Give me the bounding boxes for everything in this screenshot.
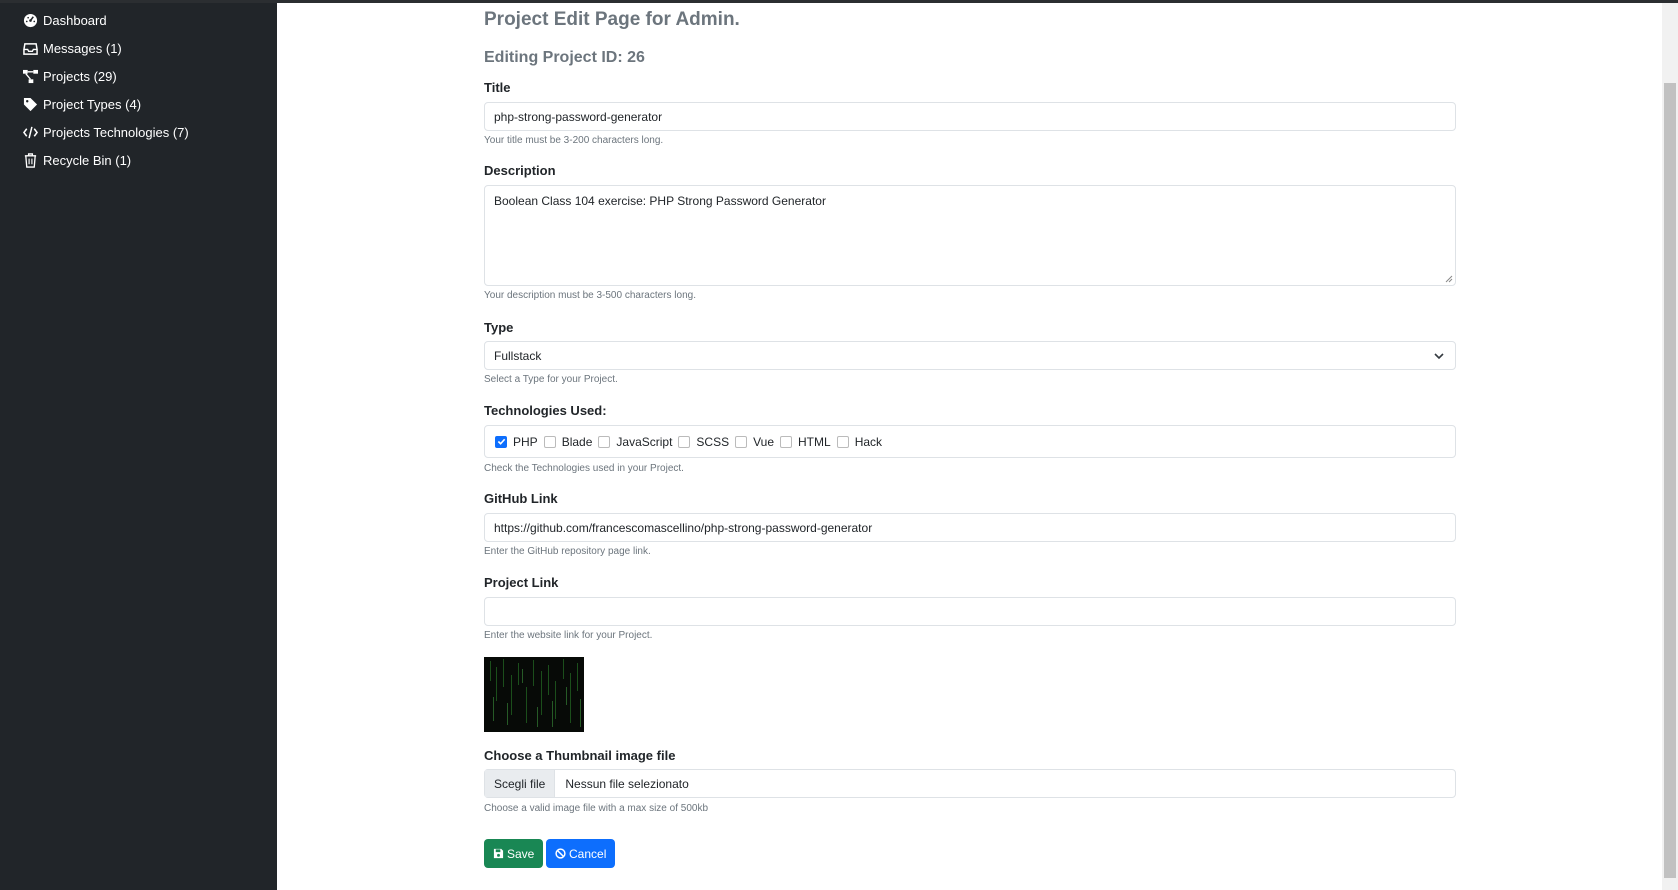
sidebar-item-project-types[interactable]: Project Types (4)	[23, 93, 141, 115]
page-subtitle: Editing Project ID: 26	[484, 49, 645, 66]
tech-option-php[interactable]: PHP	[495, 435, 538, 449]
page-scrollbar[interactable]	[1662, 3, 1678, 890]
thumbnail-label: Choose a Thumbnail image file	[484, 748, 676, 763]
tech-label: JavaScript	[616, 434, 673, 449]
checkbox[interactable]	[598, 435, 611, 448]
floppy-disk-icon	[493, 848, 504, 859]
checkbox[interactable]	[678, 435, 691, 448]
trash-icon	[23, 152, 38, 168]
save-button-label: Save	[507, 846, 535, 861]
dashboard-icon	[23, 13, 38, 28]
tech-option-html[interactable]: HTML	[780, 435, 831, 449]
choose-file-button[interactable]: Scegli file	[485, 770, 556, 797]
save-button[interactable]: Save	[484, 839, 544, 868]
title-help: Your title must be 3-200 characters long…	[484, 135, 664, 146]
project-diagram-icon	[23, 69, 38, 84]
cancel-button[interactable]: Cancel	[546, 839, 616, 868]
description-value: Boolean Class 104 exercise: PHP Strong P…	[494, 194, 826, 208]
type-select[interactable]: Fullstack	[484, 341, 1456, 370]
sidebar-item-label: Messages (1)	[43, 40, 122, 56]
checkbox-checked[interactable]	[495, 435, 507, 448]
github-label: GitHub Link	[484, 491, 558, 506]
chevron-down-icon	[1434, 353, 1444, 360]
checkbox[interactable]	[780, 435, 793, 448]
type-help: Select a Type for your Project.	[484, 374, 618, 385]
tech-option-javascript[interactable]: JavaScript	[598, 435, 672, 449]
project-link-label: Project Link	[484, 575, 559, 590]
sidebar-item-label: Projects (29)	[43, 68, 117, 84]
technologies-group: PHP Blade JavaScript SCSS Vue HTML Hack	[484, 425, 1456, 458]
sidebar-item-label: Dashboard	[43, 12, 107, 28]
tech-label: PHP	[513, 434, 538, 449]
scrollbar-thumb[interactable]	[1664, 83, 1676, 878]
tech-option-blade[interactable]: Blade	[543, 434, 593, 449]
description-label: Description	[484, 163, 556, 178]
checkbox[interactable]	[836, 435, 849, 448]
ban-icon	[555, 848, 566, 859]
page-title: Project Edit Page for Admin.	[484, 9, 740, 30]
sidebar-item-recycle-bin[interactable]: Recycle Bin (1)	[23, 149, 131, 171]
description-textarea[interactable]: Boolean Class 104 exercise: PHP Strong P…	[484, 185, 1456, 286]
thumbnail-help: Choose a valid image file with a max siz…	[484, 803, 709, 814]
title-input[interactable]: php-strong-password-generator	[484, 102, 1456, 131]
sidebar-item-label: Projects Technologies (7)	[43, 124, 189, 140]
tech-label: Hack	[854, 434, 883, 449]
title-label: Title	[484, 80, 511, 95]
technologies-label: Technologies Used:	[484, 403, 607, 418]
tech-option-hack[interactable]: Hack	[836, 434, 883, 449]
tech-label: SCSS	[696, 434, 730, 449]
tech-option-scss[interactable]: SCSS	[678, 435, 729, 449]
thumbnail-image	[484, 657, 584, 732]
sidebar-item-label: Project Types (4)	[43, 96, 142, 112]
description-help: Your description must be 3-500 character…	[484, 290, 696, 301]
file-name-text: Nessun file selezionato	[565, 776, 689, 791]
project-link-input[interactable]	[484, 597, 1456, 626]
tech-label: Vue	[753, 434, 775, 449]
tech-label: HTML	[798, 434, 831, 449]
sidebar-item-label: Recycle Bin (1)	[43, 152, 132, 168]
code-icon	[23, 125, 38, 140]
cancel-button-label: Cancel	[569, 846, 607, 861]
inbox-icon	[23, 41, 38, 56]
sidebar-item-projects[interactable]: Projects (29)	[23, 65, 117, 87]
thumbnail-preview	[484, 657, 584, 732]
checkbox[interactable]	[543, 435, 556, 448]
tech-option-vue[interactable]: Vue	[735, 435, 774, 449]
sidebar: Dashboard Messages (1) Projects (29) Pro…	[0, 3, 277, 890]
github-help: Enter the GitHub repository page link.	[484, 546, 651, 557]
tech-label: Blade	[561, 434, 593, 449]
tag-icon	[23, 97, 38, 112]
sidebar-item-dashboard[interactable]: Dashboard	[23, 9, 107, 31]
github-input[interactable]: https://github.com/francescomascellino/p…	[484, 513, 1456, 542]
sidebar-item-projects-technologies[interactable]: Projects Technologies (7)	[23, 121, 189, 143]
project-link-help: Enter the website link for your Project.	[484, 630, 653, 641]
type-label: Type	[484, 320, 514, 335]
checkbox[interactable]	[735, 435, 748, 448]
sidebar-item-messages[interactable]: Messages (1)	[23, 37, 122, 59]
resize-handle-icon[interactable]	[1445, 275, 1453, 283]
thumbnail-file-input[interactable]: Scegli file Nessun file selezionato	[484, 769, 1456, 798]
technologies-help: Check the Technologies used in your Proj…	[484, 463, 684, 474]
type-selected-value: Fullstack	[494, 348, 542, 363]
